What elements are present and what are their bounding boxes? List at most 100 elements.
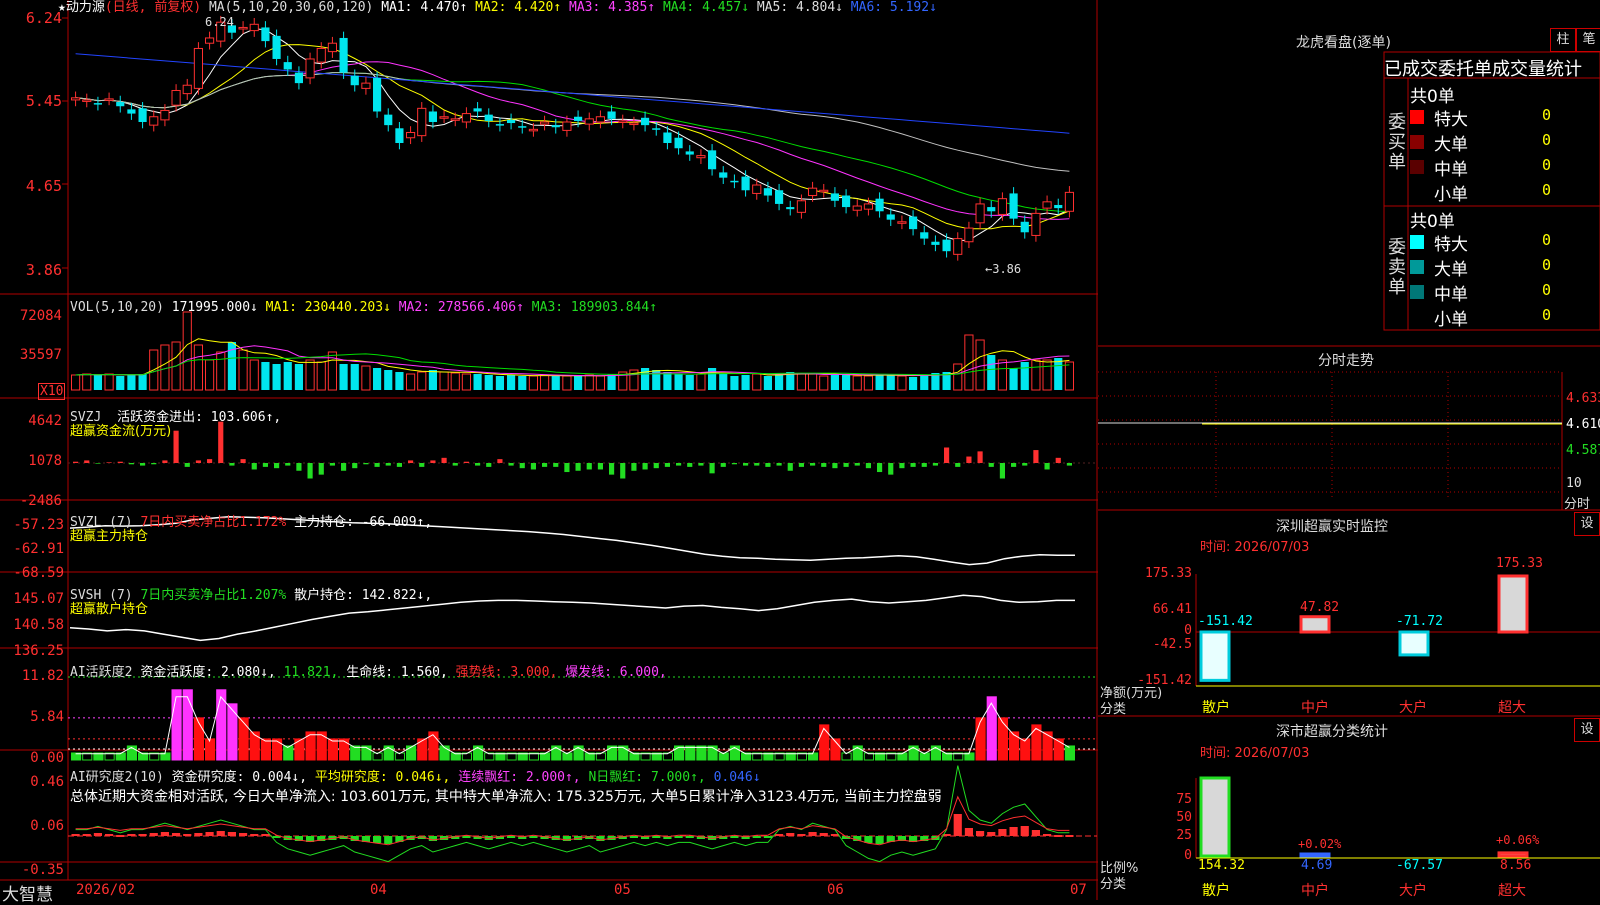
candle-up — [182, 84, 192, 95]
candle-up — [528, 128, 538, 132]
sz-stats-ytick: 25 — [1176, 828, 1192, 843]
stats-bar — [1497, 851, 1529, 858]
volume-bar — [127, 375, 136, 390]
candle-down — [920, 232, 929, 239]
candle-down — [350, 75, 359, 86]
chart-area[interactable]: ★动力源(日线, 前复权) MA(5,10,20,30,60,120) MA1:… — [0, 0, 1098, 905]
research-bar — [752, 836, 761, 838]
candle-down — [842, 195, 851, 208]
research-bar — [250, 834, 259, 836]
intraday-unit: 分时 — [1564, 497, 1591, 512]
volume-bar — [607, 374, 616, 390]
research-bar — [373, 836, 382, 843]
sz-monitor-settings-button[interactable]: 设 — [1574, 512, 1600, 536]
volume-bar — [316, 361, 326, 391]
candle-up — [752, 184, 762, 194]
activity-bar — [327, 738, 339, 761]
intraday-ytick: 4.587 — [1566, 443, 1600, 458]
candle-up — [149, 116, 159, 126]
candle-up — [305, 58, 315, 79]
candle-up — [461, 113, 472, 123]
volume-bar — [685, 375, 694, 390]
volume-bar — [842, 375, 851, 390]
research-bar — [875, 836, 884, 844]
activity-bar — [841, 752, 852, 761]
candle-down — [395, 128, 404, 143]
ma3-value: MA3: 4.385↑ — [569, 0, 656, 15]
volume-bar — [339, 364, 348, 390]
candle-up — [796, 200, 806, 213]
activity-bar — [205, 738, 216, 761]
volume-bar — [920, 375, 929, 390]
research-bar — [194, 833, 203, 836]
sz-stats-top-label: +0.06% — [1496, 833, 1540, 847]
buy-row-m-label: 中单 — [1434, 160, 1468, 180]
ma-line — [75, 61, 1070, 220]
activity-bar — [1064, 745, 1076, 761]
candle-down — [987, 207, 996, 212]
ai2-summary: 总体近期大资金相对活跃, 今日大单净流入: 103.601万元, 其中特大单净流… — [70, 789, 942, 805]
volume-bar — [1064, 361, 1075, 391]
candle-up — [819, 189, 829, 193]
research-bar — [205, 832, 214, 836]
activity-bar — [182, 689, 193, 761]
low-price-mark: ←3.86 — [985, 262, 1022, 276]
ma-params: MA(5,10,20,30,60,120) — [208, 0, 374, 15]
volume-bar — [361, 365, 371, 391]
buy-row-m-value: 0 — [1542, 156, 1552, 174]
tab-bar-view[interactable]: 柱 — [1550, 28, 1576, 52]
sz-stats-settings-button[interactable]: 设 — [1574, 718, 1600, 742]
activity-bar — [350, 745, 361, 761]
candle-down — [652, 128, 661, 130]
candle-up — [450, 118, 460, 121]
volume-bar — [182, 311, 192, 391]
sz-stats-bar-label: -67.57 — [1396, 858, 1443, 873]
activity-bar — [718, 752, 729, 761]
research-bar — [183, 834, 192, 836]
research-bar — [1020, 826, 1029, 836]
svsh-ratio: 7日内买卖净占比1.207% — [140, 588, 287, 603]
candle-down — [886, 214, 895, 220]
tab-trade-view[interactable]: 笔 — [1576, 28, 1600, 52]
ma2-value: MA2: 4.420↑ — [475, 0, 562, 15]
activity-bar — [975, 717, 986, 761]
volume-bar — [819, 375, 829, 391]
research-bar — [71, 834, 80, 836]
vol-ma1: MA1: 230440.203↓ — [265, 300, 391, 315]
candle-up — [193, 47, 203, 89]
research-bar — [172, 833, 181, 836]
volume-bar — [373, 368, 382, 390]
ma6-line — [75, 53, 1070, 134]
volume-bar — [294, 364, 303, 390]
sz-monitor-bar-label: -151.42 — [1198, 614, 1253, 629]
volume-bar — [484, 375, 493, 390]
research-bar — [160, 832, 169, 836]
svzj-ytick: 4642 — [28, 413, 62, 429]
volume-bar — [752, 373, 762, 391]
buy-row-xl-swatch — [1410, 110, 1424, 124]
candle-down — [518, 126, 527, 128]
candle-down — [641, 117, 650, 126]
research-bar — [1065, 835, 1074, 837]
candle-up — [629, 122, 639, 126]
period-label[interactable]: (日线, 前复权) — [105, 0, 201, 15]
candle-down — [708, 150, 717, 170]
ai1-max: 11.821, — [283, 665, 339, 680]
sz-monitor-cat: 超大 — [1498, 700, 1526, 716]
volume-bar — [953, 363, 963, 391]
vol-title: VOL(5,10,20) — [70, 300, 164, 315]
volume-bar — [461, 373, 472, 391]
sz-monitor-cat: 中户 — [1301, 700, 1329, 716]
stats-bar — [1199, 776, 1231, 858]
activity-bar — [260, 738, 272, 761]
monitor-bar — [1199, 630, 1231, 682]
section-title: 已成交委托单成交量统计 — [1384, 59, 1582, 80]
research-bar — [674, 836, 683, 838]
sz-monitor-ytick: -42.5 — [1152, 637, 1192, 652]
kline-chart[interactable] — [0, 0, 1098, 900]
ai1-ytick: 5.84 — [30, 709, 64, 725]
sell-row-xl-swatch — [1410, 235, 1424, 249]
stats-bar — [1299, 852, 1331, 858]
research-bar — [629, 836, 638, 838]
buy-row-xl-label: 特大 — [1434, 110, 1468, 130]
